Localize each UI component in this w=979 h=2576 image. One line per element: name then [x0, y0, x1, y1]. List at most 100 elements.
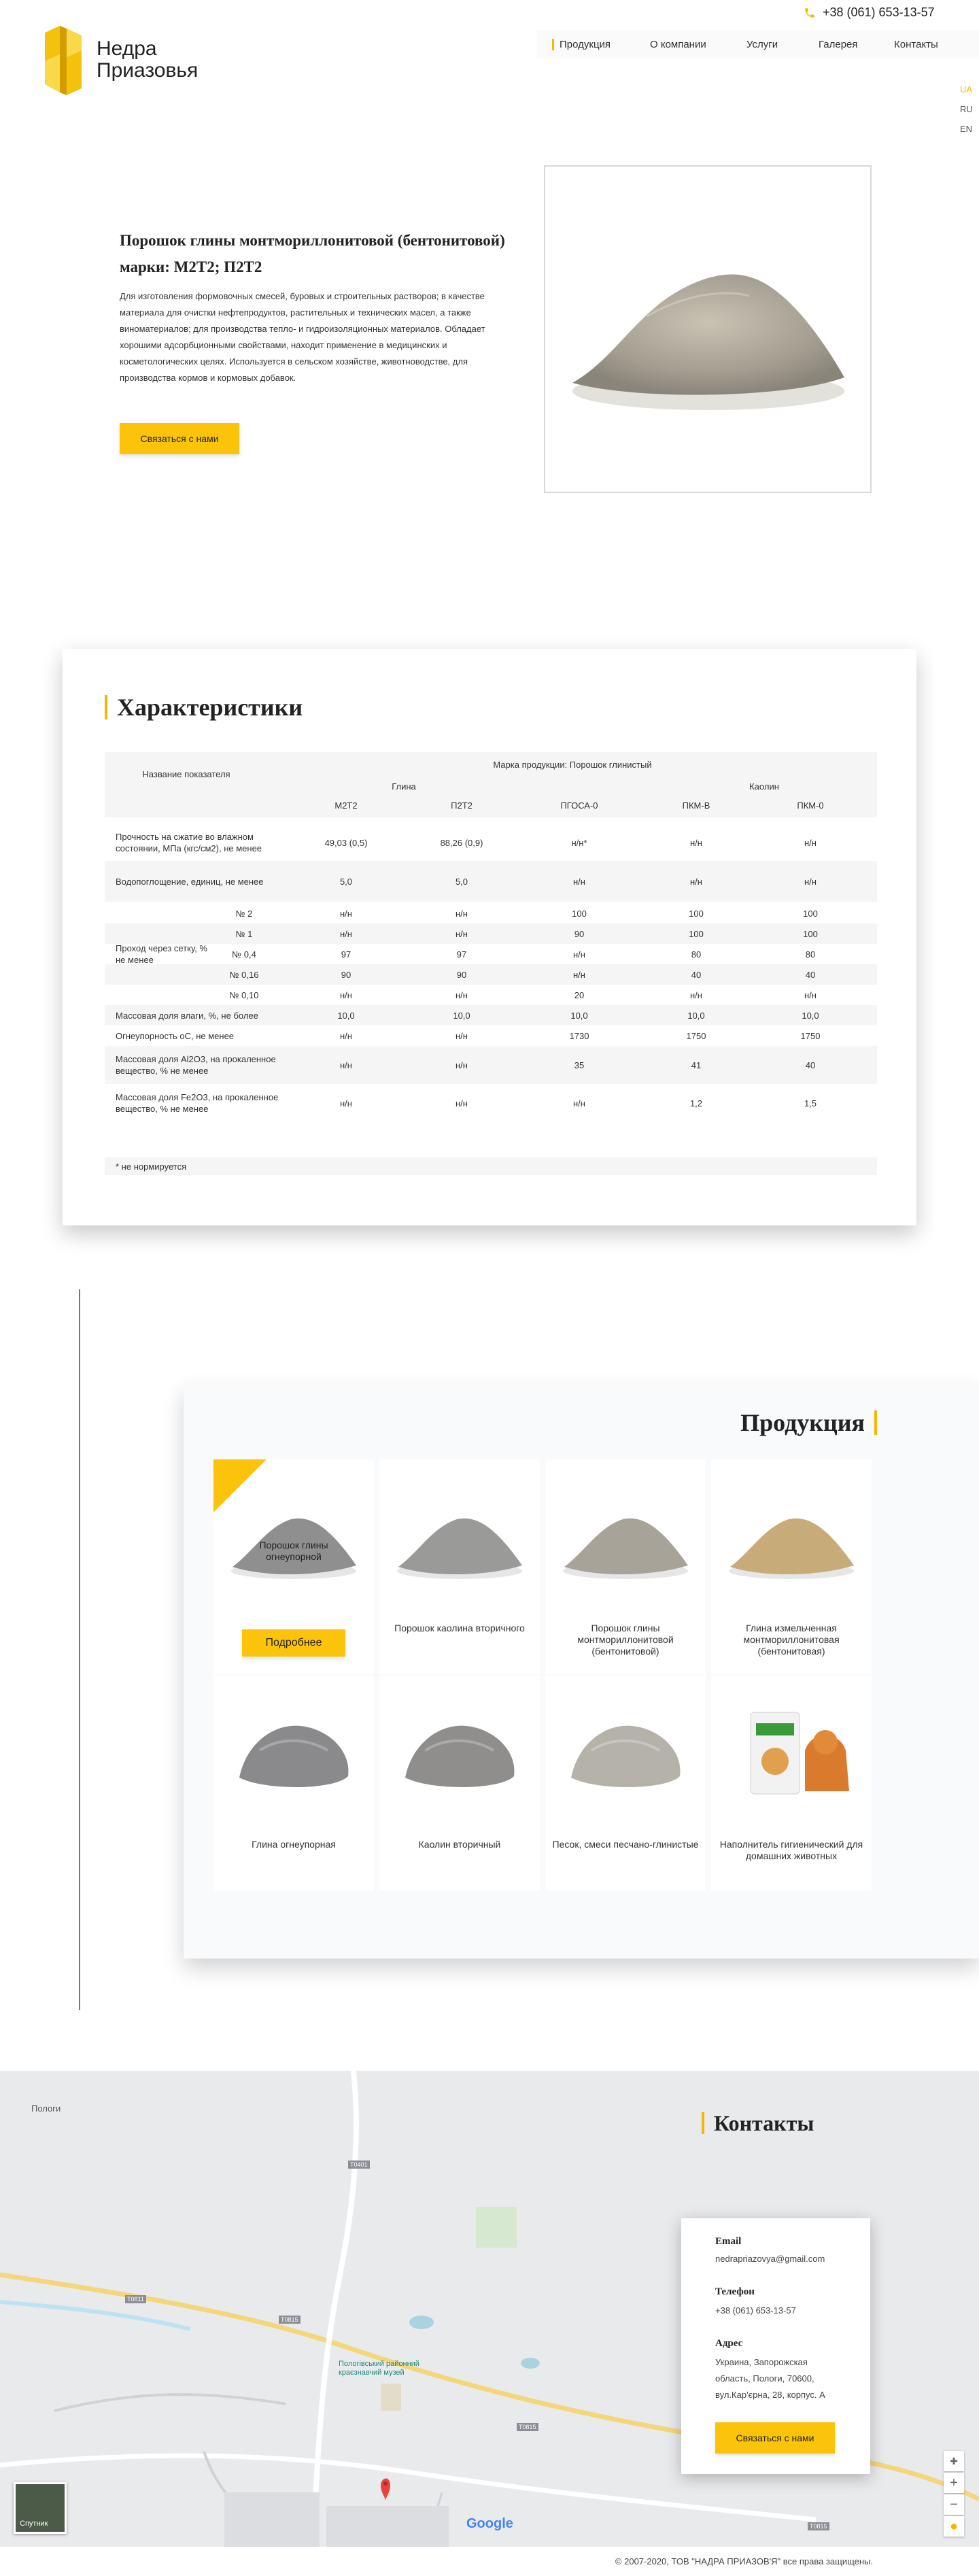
product-name: Песок, смеси песчано-глинистые	[552, 1839, 699, 1850]
header-col-m2t2: М2Т2	[334, 800, 358, 811]
product-name: Глина измельченная монтмориллонитовая (б…	[743, 1623, 840, 1657]
table-cell: н/н	[573, 876, 585, 887]
table-cell: 1730	[569, 1030, 589, 1041]
nav-item-contacts[interactable]: Контакты	[894, 39, 938, 50]
table-cell: н/н	[804, 837, 817, 848]
map-road-label: T0815	[808, 2522, 829, 2530]
table-row: Массовая доля Fe2O3, на прокаленное веще…	[105, 1084, 877, 1122]
table-cell: н/н	[340, 1060, 352, 1070]
product-name: Порошок каолина вторичного	[394, 1623, 525, 1633]
logo[interactable]: Недра Приазовья	[39, 23, 198, 97]
product-card[interactable]: Порошок каолина вторичного	[379, 1459, 540, 1674]
zoom-in-button[interactable]: +	[944, 2473, 964, 2493]
phone-icon	[805, 7, 814, 18]
table-cell: 35	[574, 1060, 585, 1070]
table-cell: 5,0	[339, 876, 353, 887]
table-cell: 80	[805, 949, 816, 960]
lang-ua[interactable]: UA	[960, 84, 973, 95]
characteristics-card: Характеристики Название показателя Марка…	[63, 649, 916, 1225]
product-card[interactable]: Порошок глины огнеупорной Подробнее	[213, 1459, 374, 1674]
featured-corner-badge	[213, 1459, 267, 1512]
product-name: Каолин вторичный	[418, 1839, 501, 1850]
contact-us-button[interactable]: Связаться с нами	[120, 423, 239, 454]
address-value: Украина, Запорожская область, Пологи, 70…	[715, 2357, 825, 2400]
table-row: № 1 н/н н/н 90 100 100	[105, 923, 877, 944]
site-header: Недра Приазовья +38 (061) 653-13-57 Прод…	[0, 0, 979, 134]
header-mark: Марка продукции: Порошок глинистый	[493, 759, 652, 770]
address-label: Адрес	[715, 2338, 743, 2349]
header-col-p2t2: П2Т2	[451, 800, 473, 811]
more-button[interactable]: Подробнее	[242, 1629, 345, 1657]
row-label: Водопоглощение, единиц, не менее	[116, 876, 264, 887]
lang-en[interactable]: EN	[960, 124, 973, 134]
lang-ru[interactable]: RU	[960, 104, 973, 114]
table-cell: н/н	[456, 1060, 468, 1070]
copyright: © 2007-2020, ТОВ "НАДРА ПРИАЗОВ'Я" все п…	[615, 2556, 873, 2566]
table-cell: 1750	[686, 1030, 706, 1041]
street-view-icon[interactable]: ●	[944, 2516, 964, 2537]
product-card[interactable]: Глина огнеупорная	[213, 1676, 374, 1891]
table-cell: н/н	[340, 989, 352, 1000]
sieve-number: № 1	[235, 928, 253, 939]
product-title: Порошок глины монтмориллонитовой (бентон…	[120, 232, 505, 275]
nav-item-about[interactable]: О компании	[650, 39, 706, 50]
phone-value[interactable]: +38 (061) 653-13-57	[715, 2303, 858, 2319]
email-value[interactable]: nedrapriazovya@gmail.com	[715, 2251, 858, 2267]
product-card[interactable]: Глина измельченная монтмориллонитовая (б…	[711, 1459, 872, 1674]
nav-item-products[interactable]: Продукция	[552, 38, 611, 50]
product-description: Для изготовления формовочных смесей, бур…	[120, 291, 485, 383]
products-section: Продукция Порошок глины огнеупорной Подро…	[184, 1385, 979, 1959]
table-row: № 2 н/н н/н 100 100 100	[105, 903, 877, 923]
header-phone[interactable]: +38 (061) 653-13-57	[804, 5, 935, 20]
sand-clay-mix-image	[571, 1725, 681, 1788]
table-cell: 90	[574, 928, 585, 939]
table-cell: н/н	[456, 1098, 468, 1108]
email-label: Email	[715, 2236, 742, 2247]
table-cell: 100	[689, 908, 704, 919]
bentonite-pile-image	[572, 274, 844, 410]
table-cell: н/н	[690, 837, 702, 848]
product-card[interactable]: Каолин вторичный	[379, 1676, 540, 1891]
table-cell: 40	[691, 969, 702, 980]
header-phone-number: +38 (061) 653-13-57	[823, 5, 935, 19]
kaolin-lump-image	[405, 1725, 515, 1788]
product-name: Наполнитель гигиенический для домашних ж…	[719, 1839, 863, 1861]
table-cell: 10,0	[453, 1010, 470, 1021]
logo-text: Недра Приазовья	[97, 38, 198, 82]
google-logo-text: Google	[466, 2516, 513, 2531]
table-cell: 5,0	[455, 876, 468, 887]
header-group-clay: Глина	[392, 781, 416, 792]
table-row: Водопоглощение, единиц, не менее 5,0 5,0 н/…	[105, 861, 877, 902]
row-label: Прочность на сжатие во влажном состоянии…	[116, 832, 262, 853]
google-logo: Google	[466, 2516, 513, 2532]
satellite-label: Спутник	[20, 2520, 48, 2528]
map-road-label: T0401	[348, 2160, 370, 2169]
table-cell: 97	[456, 949, 467, 960]
characteristics-title: Характеристики	[105, 695, 303, 719]
table-cell: н/н	[690, 876, 702, 887]
fullscreen-button[interactable]: ✚	[944, 2451, 964, 2471]
table-cell: 1,5	[804, 1098, 817, 1108]
contact-us-button[interactable]: Связаться с нами	[715, 2422, 835, 2454]
pet-litter-bag-image	[750, 1712, 849, 1795]
table-cell: 100	[689, 928, 704, 939]
table-row: № 0,4 97 97 н/н 80 80	[105, 944, 877, 964]
table-row: Прочность на сжатие во влажном состоянии…	[105, 824, 877, 861]
table-footnote-row: * не нормируется	[105, 1157, 877, 1175]
bentonite-powder-image	[563, 1518, 688, 1579]
product-card[interactable]: Порошок глины монтмориллонитовой (бентон…	[545, 1459, 706, 1674]
row-label: Массовая доля влаги, %, не более	[116, 1010, 258, 1021]
sieve-number: № 0,16	[229, 969, 259, 980]
header-col-pkm-0: ПКМ-0	[797, 800, 824, 811]
table-cell: 80	[691, 949, 702, 960]
product-card[interactable]: Наполнитель гигиенический для домашних ж…	[711, 1676, 872, 1891]
map-museum-label: Пологівський районний краєзнавчий музей	[339, 2360, 419, 2377]
nav-item-gallery[interactable]: Галерея	[819, 39, 858, 50]
page: Недра Приазовья +38 (061) 653-13-57 Прод…	[0, 0, 979, 2576]
nav-item-services[interactable]: Услуги	[746, 39, 778, 50]
product-card[interactable]: Песок, смеси песчано-глинистые	[545, 1676, 706, 1891]
logo-line-1: Недра	[97, 37, 157, 60]
satellite-toggle[interactable]: Спутник	[14, 2482, 67, 2534]
table-cell: 100	[803, 928, 818, 939]
zoom-out-button[interactable]: −	[944, 2494, 964, 2515]
